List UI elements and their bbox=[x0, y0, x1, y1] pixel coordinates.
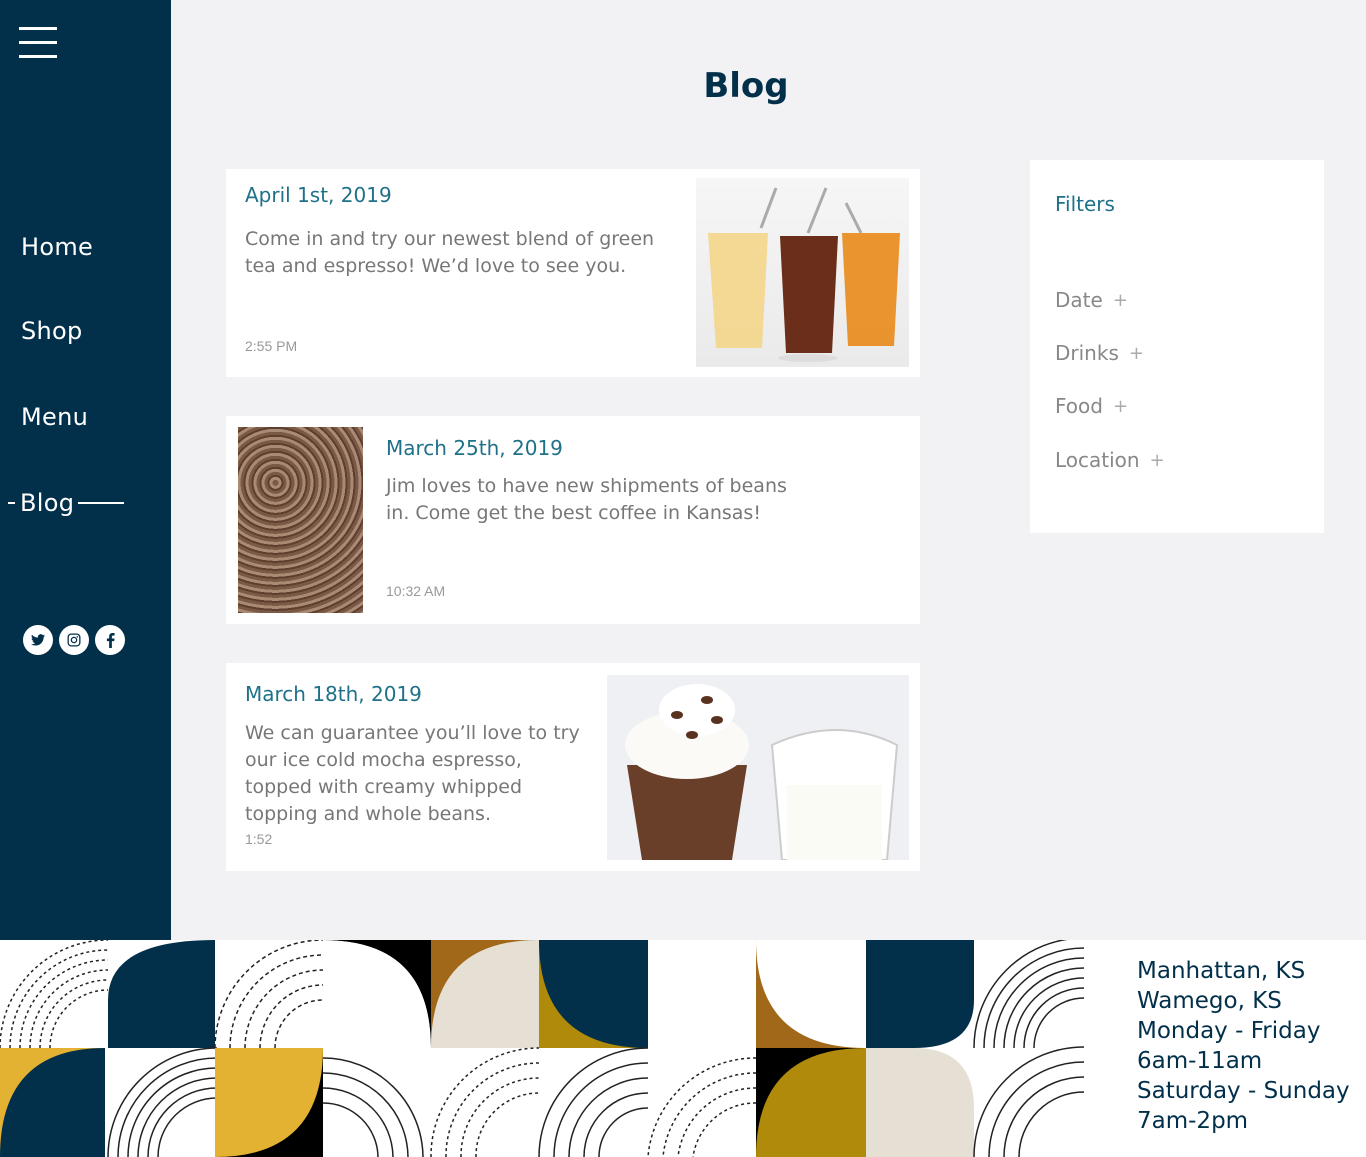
filter-label: Date bbox=[1055, 288, 1103, 312]
nav-home[interactable]: Home bbox=[21, 233, 93, 261]
hours-line: Manhattan, KS bbox=[1137, 958, 1306, 984]
post-time: 10:32 AM bbox=[386, 583, 446, 599]
menu-icon[interactable] bbox=[19, 27, 57, 59]
post-text: Come in and try our newest blend of gree… bbox=[245, 228, 655, 277]
decorative-pattern bbox=[0, 940, 1084, 1157]
filters-panel: Filters Date + Drinks + Food + Location + bbox=[1030, 160, 1324, 533]
plus-icon: + bbox=[1149, 449, 1165, 471]
nav-shop[interactable]: Shop bbox=[21, 317, 83, 345]
filter-drinks[interactable]: Drinks + bbox=[1055, 341, 1144, 365]
filter-label: Drinks bbox=[1055, 341, 1119, 365]
post-date: March 18th, 2019 bbox=[245, 682, 422, 706]
footer: Manhattan, KS Wamego, KS Monday - Friday… bbox=[0, 940, 1366, 1157]
blog-post-card[interactable]: March 18th, 2019 We can guarantee you’ll… bbox=[226, 663, 920, 871]
page-title: Blog bbox=[703, 66, 789, 106]
plus-icon: + bbox=[1112, 395, 1129, 417]
post-date: April 1st, 2019 bbox=[245, 183, 392, 207]
plus-icon: + bbox=[1128, 342, 1144, 364]
nav-blog-label: Blog bbox=[20, 489, 75, 517]
twitter-icon[interactable] bbox=[23, 625, 53, 655]
filter-location[interactable]: Location + bbox=[1055, 448, 1165, 472]
filter-date[interactable]: Date + bbox=[1055, 288, 1128, 312]
post-time: 1:52 bbox=[245, 831, 273, 847]
blog-post-card[interactable]: March 25th, 2019 Jim loves to have new s… bbox=[226, 416, 920, 624]
facebook-icon[interactable] bbox=[95, 625, 125, 655]
coffee-beans-image bbox=[238, 427, 363, 613]
hours-line: Saturday - Sunday bbox=[1137, 1078, 1350, 1104]
active-indicator-left bbox=[8, 502, 15, 504]
mocha-image bbox=[607, 675, 909, 860]
nav-menu[interactable]: Menu bbox=[21, 403, 88, 431]
instagram-icon[interactable] bbox=[59, 625, 89, 655]
filter-label: Location bbox=[1055, 448, 1140, 472]
hours-line: 7am-2pm bbox=[1137, 1108, 1249, 1134]
sidebar: Home Shop Menu Blog bbox=[0, 0, 171, 940]
post-text: We can guarantee you’ll love to try our … bbox=[245, 722, 580, 825]
hours-line: Monday - Friday bbox=[1137, 1018, 1321, 1044]
plus-icon: + bbox=[1112, 289, 1128, 311]
post-date: March 25th, 2019 bbox=[386, 436, 563, 460]
filters-title: Filters bbox=[1055, 192, 1115, 216]
hours-line: 6am-11am bbox=[1137, 1048, 1263, 1074]
location-hours: Manhattan, KS Wamego, KS Monday - Friday… bbox=[1137, 956, 1350, 1136]
filter-label: Food bbox=[1055, 394, 1103, 418]
filter-food[interactable]: Food + bbox=[1055, 394, 1128, 418]
social-links bbox=[23, 625, 125, 655]
nav-blog[interactable]: Blog bbox=[8, 489, 125, 517]
post-time: 2:55 PM bbox=[245, 338, 298, 354]
drinks-image bbox=[696, 178, 909, 367]
active-indicator-right bbox=[78, 502, 125, 504]
hours-line: Wamego, KS bbox=[1137, 988, 1282, 1014]
blog-post-card[interactable]: April 1st, 2019 Come in and try our newe… bbox=[226, 169, 920, 377]
post-text: Jim loves to have new shipments of beans… bbox=[386, 475, 787, 524]
